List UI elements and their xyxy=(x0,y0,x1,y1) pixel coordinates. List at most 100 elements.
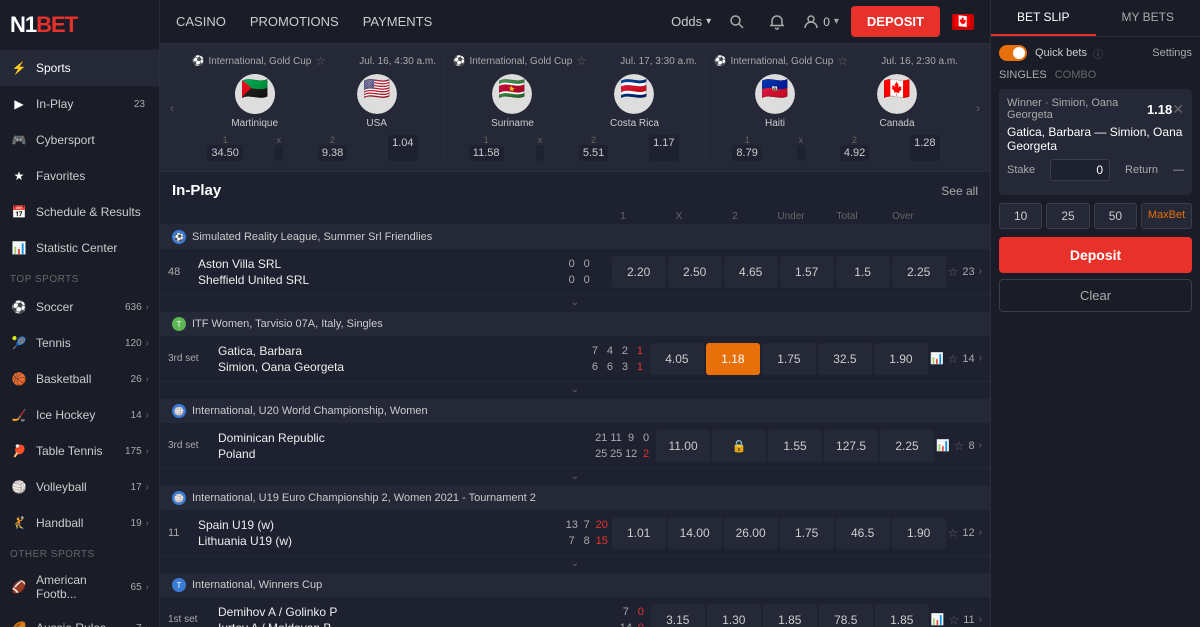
chevron-down-icon[interactable]: ⌄ xyxy=(571,471,579,482)
odd-under[interactable]: 1.55 xyxy=(768,430,822,462)
chevron-right-icon[interactable]: › xyxy=(979,266,982,277)
quick-amount-25[interactable]: 25 xyxy=(1046,203,1089,229)
tab-mybets[interactable]: MY BETS xyxy=(1096,0,1200,36)
sidebar-item-stats[interactable]: 📊 Statistic Center xyxy=(0,230,159,266)
odd-value-extra[interactable]: 1.28 xyxy=(910,135,939,161)
chart-icon[interactable]: 📊 xyxy=(931,613,945,626)
sidebar-item-schedule[interactable]: 📅 Schedule & Results xyxy=(0,194,159,230)
odd-away[interactable]: 26.00 xyxy=(724,517,778,549)
odd-total[interactable]: 46.5 xyxy=(836,517,890,549)
carousel-next[interactable]: › xyxy=(966,101,990,115)
notifications-button[interactable] xyxy=(763,8,791,36)
odd-value-x[interactable] xyxy=(797,145,805,161)
odd-away[interactable]: 1.18 xyxy=(706,343,760,375)
sidebar-item-basketball[interactable]: 🏀 Basketball 26 › xyxy=(0,361,159,397)
user-menu[interactable]: 0 ▾ xyxy=(803,14,839,30)
chevron-right-icon[interactable]: › xyxy=(979,614,982,625)
sidebar-item-sports[interactable]: ⚡ Sports xyxy=(0,50,159,86)
more-count[interactable]: 23 xyxy=(962,266,974,278)
odd-value-1[interactable]: 11.58 xyxy=(469,145,504,161)
odd-draw[interactable]: 14.00 xyxy=(668,517,722,549)
combo-label[interactable]: COMBO xyxy=(1055,69,1097,81)
quick-amount-10[interactable]: 10 xyxy=(999,203,1042,229)
odd-total[interactable]: 78.5 xyxy=(819,604,873,627)
star-icon[interactable]: ☆ xyxy=(948,352,959,366)
odd-value-1[interactable]: 8.79 xyxy=(732,145,761,161)
odd-value-2[interactable]: 4.92 xyxy=(840,145,869,161)
odd-over[interactable]: 1.90 xyxy=(874,343,928,375)
star-icon[interactable]: ☆ xyxy=(576,54,587,68)
clear-button[interactable]: Clear xyxy=(999,279,1192,312)
odd-value-2[interactable]: 5.51 xyxy=(579,145,608,161)
tab-betslip[interactable]: BET SLIP xyxy=(991,0,1096,36)
sidebar-item-tennis[interactable]: 🎾 Tennis 120 › xyxy=(0,325,159,361)
odd-over[interactable]: 1.90 xyxy=(892,517,946,549)
close-bet-button[interactable]: ✕ xyxy=(1172,101,1184,118)
odd-total[interactable]: 127.5 xyxy=(824,430,878,462)
odd-value-extra[interactable]: 1.04 xyxy=(388,135,417,161)
language-selector[interactable]: 🇨🇦 xyxy=(952,14,974,30)
odds-selector[interactable]: Odds ▾ xyxy=(671,14,711,29)
chevron-right-icon[interactable]: › xyxy=(979,527,982,538)
odd-home[interactable]: 1.01 xyxy=(612,517,666,549)
quick-amount-50[interactable]: 50 xyxy=(1094,203,1137,229)
odd-under[interactable]: 1.75 xyxy=(780,517,834,549)
odd-value-2[interactable]: 9.38 xyxy=(318,145,347,161)
more-count[interactable]: 14 xyxy=(962,353,974,365)
nav-casino[interactable]: CASINO xyxy=(176,10,226,33)
odd-under[interactable]: 1.57 xyxy=(780,256,834,288)
odd-draw[interactable]: 2.50 xyxy=(668,256,722,288)
odd-home[interactable]: 4.05 xyxy=(650,343,704,375)
chart-icon[interactable]: 📊 xyxy=(930,352,944,365)
odd-value-x[interactable] xyxy=(275,145,283,161)
sidebar-item-icehockey[interactable]: 🏒 Ice Hockey 14 › xyxy=(0,397,159,433)
sidebar-item-cybersport[interactable]: 🎮 Cybersport xyxy=(0,122,159,158)
sidebar-item-soccer[interactable]: ⚽ Soccer 636 › xyxy=(0,289,159,325)
more-count[interactable]: 11 xyxy=(963,614,974,626)
more-count[interactable]: 8 xyxy=(969,440,975,452)
sidebar-item-americanfootball[interactable]: 🏈 American Footb... 65 › xyxy=(0,564,159,610)
star-icon[interactable]: ☆ xyxy=(315,54,326,68)
star-icon[interactable]: ☆ xyxy=(837,54,848,68)
odd-away[interactable]: 4.65 xyxy=(724,256,778,288)
chevron-right-icon[interactable]: › xyxy=(979,440,982,451)
stake-input[interactable] xyxy=(1050,159,1110,181)
sidebar-item-tabletennis[interactable]: 🏓 Table Tennis 175 › xyxy=(0,433,159,469)
odd-over[interactable]: 2.25 xyxy=(880,430,934,462)
quick-bets-toggle[interactable] xyxy=(999,45,1027,61)
see-all-link[interactable]: See all xyxy=(941,184,978,198)
chevron-down-icon[interactable]: ⌄ xyxy=(571,297,579,308)
odd-under[interactable]: 1.75 xyxy=(762,343,816,375)
star-icon[interactable]: ☆ xyxy=(948,526,959,540)
nav-payments[interactable]: PAYMENTS xyxy=(363,10,433,33)
nav-promotions[interactable]: PROMOTIONS xyxy=(250,10,339,33)
odd-value-1[interactable]: 34.50 xyxy=(207,145,243,161)
odd-over[interactable]: 1.85 xyxy=(875,604,929,627)
sidebar-item-handball[interactable]: 🤾 Handball 19 › xyxy=(0,505,159,541)
more-count[interactable]: 12 xyxy=(962,527,974,539)
sidebar-item-aussierules[interactable]: 🏉 Aussie Rules 7 › xyxy=(0,610,159,627)
odd-home[interactable]: 11.00 xyxy=(656,430,710,462)
sidebar-item-favorites[interactable]: ★ Favorites xyxy=(0,158,159,194)
odd-home[interactable]: 2.20 xyxy=(612,256,666,288)
sidebar-item-inplay[interactable]: ▶ In-Play 23 xyxy=(0,86,159,122)
carousel-prev[interactable]: ‹ xyxy=(160,101,184,115)
odd-total[interactable]: 32.5 xyxy=(818,343,872,375)
settings-link[interactable]: Settings xyxy=(1152,47,1192,59)
chevron-right-icon[interactable]: › xyxy=(979,353,982,364)
star-icon[interactable]: ☆ xyxy=(954,439,965,453)
odd-home[interactable]: 3.15 xyxy=(651,604,705,627)
maxbet-button[interactable]: MaxBet xyxy=(1141,203,1192,229)
deposit-button[interactable]: DEPOSIT xyxy=(851,6,940,37)
chevron-down-icon[interactable]: ⌄ xyxy=(571,384,579,395)
odd-over[interactable]: 2.25 xyxy=(892,256,946,288)
odd-total[interactable]: 1.5 xyxy=(836,256,890,288)
odd-under[interactable]: 1.85 xyxy=(763,604,817,627)
odd-away[interactable]: 1.30 xyxy=(707,604,761,627)
search-button[interactable] xyxy=(723,8,751,36)
deposit-action-button[interactable]: Deposit xyxy=(999,237,1192,273)
chart-icon[interactable]: 📊 xyxy=(936,439,950,452)
odd-value-extra[interactable]: 1.17 xyxy=(649,135,678,161)
star-icon[interactable]: ☆ xyxy=(948,265,959,279)
sidebar-item-volleyball[interactable]: 🏐 Volleyball 17 › xyxy=(0,469,159,505)
